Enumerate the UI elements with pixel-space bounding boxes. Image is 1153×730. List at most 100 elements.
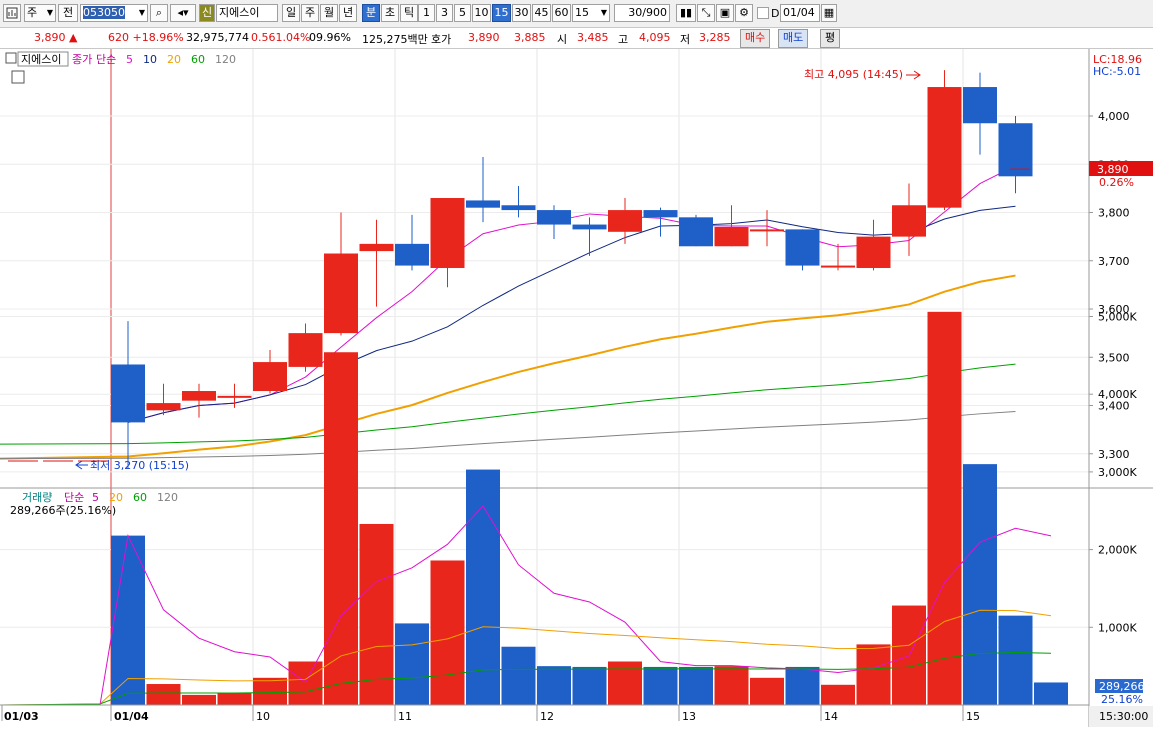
grid-toggle-icon[interactable] — [11, 70, 25, 84]
volume-bar — [750, 677, 784, 705]
period-button[interactable]: 년 — [339, 4, 357, 22]
candle — [821, 265, 855, 268]
candle — [714, 226, 749, 247]
candle — [608, 210, 642, 232]
stock-code-input[interactable]: 053050 ▼ — [80, 4, 148, 22]
volume-value: 32,975,774 — [186, 31, 249, 44]
open-price: 3,485 — [577, 31, 609, 44]
checkbox-label: D — [771, 7, 780, 20]
volume-bar — [288, 661, 323, 705]
y-tick-label: 4,000 — [1098, 110, 1130, 123]
candle — [679, 217, 713, 247]
y-tick-label: 3,500 — [1098, 351, 1130, 364]
market-label: 주 — [27, 6, 38, 19]
volume-tick-label: 3,000K — [1098, 466, 1137, 479]
y-tick-label: 3,300 — [1098, 448, 1130, 461]
volume-last-tag-text: 289,266 — [1099, 680, 1145, 693]
candle — [643, 210, 678, 218]
hoga-label: 호가 — [431, 33, 452, 46]
avg-button[interactable]: 평 — [820, 29, 841, 48]
minute-button[interactable]: 60 — [552, 4, 571, 22]
volume-bar — [146, 684, 181, 705]
period-button[interactable]: 주 — [301, 4, 319, 22]
price-panel-name: 지에스이 — [21, 53, 61, 66]
period-button[interactable]: 초 — [381, 4, 399, 22]
volume-bar — [182, 694, 216, 705]
candle — [466, 200, 500, 208]
volume-bar — [359, 523, 394, 705]
hoga-bid: 3,885 — [514, 31, 546, 44]
volume-tick-label: 2,000K — [1098, 544, 1137, 557]
volume-bar — [324, 352, 358, 705]
volume-legend-type: 단순 — [64, 491, 84, 504]
minute-button[interactable]: 45 — [532, 4, 551, 22]
price-ma-label: 60 — [191, 53, 205, 66]
volume-bar — [430, 560, 465, 705]
minute-button[interactable]: 30 — [512, 4, 531, 22]
volume-bar — [217, 692, 252, 705]
stock-name-field[interactable]: 지에스이 — [216, 4, 278, 22]
minute-button[interactable]: 15 — [492, 4, 511, 22]
x-tick-label: 15 — [966, 710, 980, 723]
minute-select[interactable]: 15 ▼ — [572, 4, 610, 22]
volume-ma-label: 60 — [133, 491, 147, 504]
x-tick-label: 12 — [540, 710, 554, 723]
draw-line-icon[interactable]: ⤡ — [697, 4, 715, 22]
stock-chart[interactable]: 지에스이 종가 단순 5 10 20 60 120 LC:18.96 HC:-5.01 … — [0, 49, 1153, 727]
search-icon[interactable]: ⌕ — [150, 4, 168, 22]
price-legend-prefix: 종가 — [72, 53, 92, 66]
minute-button[interactable]: 10 — [472, 4, 491, 22]
candle — [146, 403, 181, 411]
period-button[interactable]: 틱 — [400, 4, 418, 22]
candle — [182, 391, 216, 401]
speaker-icon[interactable]: ◂▾ — [170, 4, 196, 22]
volume-legend-prefix: 거래량 — [22, 491, 52, 504]
count-input[interactable]: 30/900 — [614, 4, 670, 22]
date-checkbox[interactable] — [757, 7, 769, 19]
hc-label: HC:-5.01 — [1093, 65, 1141, 78]
chevron-down-icon: ▼ — [138, 8, 145, 17]
period-button[interactable]: 일 — [282, 4, 300, 22]
candle — [430, 198, 465, 268]
candle — [395, 243, 429, 266]
time-tag: 15:30:00 — [1099, 710, 1148, 723]
high-price: 4,095 — [639, 31, 671, 44]
candle — [750, 229, 784, 232]
candle — [253, 362, 287, 392]
hoga-ask: 3,890 — [468, 31, 500, 44]
minute-button[interactable]: 5 — [454, 4, 471, 22]
candle — [359, 243, 394, 252]
date-input[interactable]: 01/04 — [780, 4, 820, 22]
volume-bar — [821, 684, 855, 705]
price-ma-label: 20 — [167, 53, 181, 66]
price-legend-type: 단순 — [96, 53, 116, 66]
candle-type-icon[interactable]: ▮▮ — [676, 4, 696, 22]
volume-bar — [998, 615, 1033, 705]
volume-bar — [963, 464, 997, 705]
gear-icon[interactable]: ⚙ — [735, 4, 753, 22]
volume-last-pct: 25.16% — [1101, 693, 1143, 706]
toolbar: 주 ▼ 전 053050 ▼ ⌕ ◂▾ 신 지에스이 15 ▼ 30/900 ▮▮ ⤡… — [0, 0, 1153, 28]
minute-button[interactable]: 3 — [436, 4, 453, 22]
volume-bar — [608, 661, 642, 705]
x-tick-label: 10 — [256, 710, 270, 723]
volume-bar — [643, 666, 678, 705]
calendar-icon[interactable]: ▦ — [821, 4, 837, 22]
y-tick-label: 3,700 — [1098, 255, 1130, 268]
x-tick-label: 01/04 — [114, 710, 149, 723]
sell-button[interactable]: 매도 — [778, 29, 809, 48]
minute-button[interactable]: 1 — [418, 4, 435, 22]
market-select[interactable]: 주 ▼ — [24, 4, 56, 22]
chart-icon[interactable] — [3, 4, 21, 22]
volume-bar — [501, 646, 536, 705]
save-icon[interactable]: ▣ — [716, 4, 734, 22]
chart-area[interactable]: 지에스이 종가 단순 5 10 20 60 120 LC:18.96 HC:-5.01 … — [0, 49, 1153, 730]
price-ma-label: 5 — [126, 53, 133, 66]
period-button[interactable]: 분 — [362, 4, 380, 22]
period-button[interactable]: 월 — [320, 4, 338, 22]
scope-button[interactable]: 전 — [58, 4, 78, 22]
trade-amount: 125,275백만 — [362, 33, 428, 46]
candle — [537, 210, 571, 225]
buy-button[interactable]: 매수 — [740, 29, 771, 48]
candle — [927, 87, 962, 208]
